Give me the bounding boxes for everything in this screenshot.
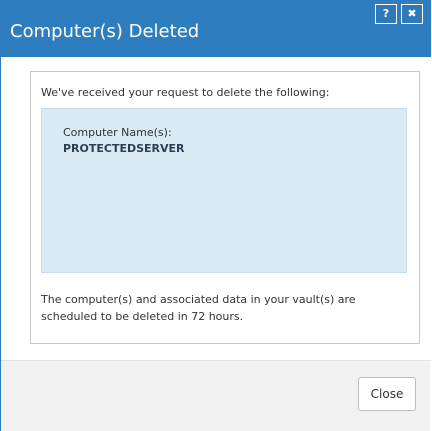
computer-name-value: PROTECTEDSERVER [63, 142, 185, 155]
help-icon[interactable]: ? [375, 4, 397, 24]
dialog-titlebar: Computer(s) Deleted ? ✖ [1, 0, 431, 57]
dialog-title: Computer(s) Deleted [10, 21, 200, 42]
deletion-note: The computer(s) and associated data in y… [41, 293, 356, 323]
footer-divider [1, 360, 431, 361]
intro-text: We've received your request to delete th… [41, 86, 330, 99]
message-panel: We've received your request to delete th… [30, 71, 420, 344]
dialog: Computer(s) Deleted ? ✖ We've received y… [0, 0, 431, 431]
close-button[interactable]: Close [358, 377, 416, 411]
close-icon[interactable]: ✖ [401, 4, 423, 24]
computer-name-label: Computer Name(s): [63, 126, 172, 139]
computer-info-box: Computer Name(s): PROTECTEDSERVER [41, 108, 407, 273]
